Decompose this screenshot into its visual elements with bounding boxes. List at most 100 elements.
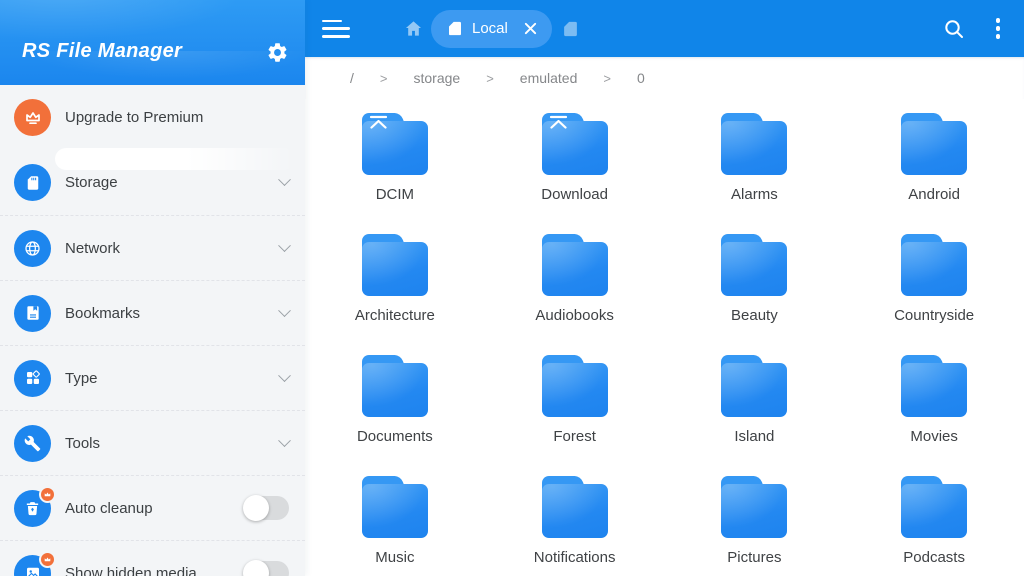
more-vert-icon[interactable] xyxy=(990,14,1007,43)
folder-icon xyxy=(542,234,608,296)
folder-icon xyxy=(721,476,787,538)
folder-icon xyxy=(901,476,967,538)
show-hidden-media-toggle[interactable] xyxy=(244,561,289,576)
hidden-media-icon xyxy=(14,555,51,576)
chevron-down-icon xyxy=(278,239,291,252)
home-icon[interactable] xyxy=(404,19,423,38)
folder-icon xyxy=(362,234,428,296)
folder-icon xyxy=(721,113,787,175)
folder-item-audiobooks[interactable]: Audiobooks xyxy=(485,234,665,355)
gear-icon[interactable] xyxy=(266,41,289,64)
search-icon[interactable] xyxy=(942,17,966,41)
folder-icon xyxy=(901,355,967,417)
tab-label: Local xyxy=(472,20,508,37)
premium-crown-badge xyxy=(39,551,56,568)
sidebar-item-label: Storage xyxy=(65,174,118,191)
folder-item-pictures[interactable]: Pictures xyxy=(665,476,845,576)
category-icon xyxy=(14,360,51,397)
folder-icon xyxy=(901,234,967,296)
drawer-header: RS File Manager xyxy=(0,0,305,85)
folder-name: Audiobooks xyxy=(535,307,613,324)
navigation-drawer: RS File Manager Upgrade to Premium Stora… xyxy=(0,0,305,576)
breadcrumb-separator: > xyxy=(486,71,494,86)
breadcrumb-emulated[interactable]: emulated xyxy=(520,70,578,86)
breadcrumb-separator: > xyxy=(380,71,388,86)
folder-item-island[interactable]: Island xyxy=(665,355,845,476)
folder-item-dcim[interactable]: DCIM xyxy=(305,113,485,234)
sidebar-item-label: Type xyxy=(65,370,98,387)
sidebar-item-storage[interactable]: Storage xyxy=(0,150,305,215)
folder-item-android[interactable]: Android xyxy=(844,113,1024,234)
chevron-down-icon xyxy=(278,434,291,447)
folder-item-architecture[interactable]: Architecture xyxy=(305,234,485,355)
chevron-down-icon xyxy=(278,369,291,382)
breadcrumb-0[interactable]: 0 xyxy=(637,70,645,86)
sidebar-item-label: Network xyxy=(65,240,120,257)
close-icon[interactable] xyxy=(523,21,538,36)
folder-icon xyxy=(362,355,428,417)
folder-icon xyxy=(901,113,967,175)
rs-file-manager-app: Local / > storage > emulated > 0 xyxy=(0,0,1024,576)
folder-item-podcasts[interactable]: Podcasts xyxy=(844,476,1024,576)
folder-item-music[interactable]: Music xyxy=(305,476,485,576)
folder-name: Notifications xyxy=(534,549,616,566)
folder-name: Island xyxy=(734,428,774,445)
sidebar-item-upgrade-premium[interactable]: Upgrade to Premium xyxy=(0,85,305,150)
folder-icon xyxy=(362,476,428,538)
sidebar-item-label: Show hidden media xyxy=(65,565,197,576)
folder-icon xyxy=(721,234,787,296)
wrench-icon xyxy=(14,425,51,462)
chevron-down-icon xyxy=(278,304,291,317)
folder-name: Movies xyxy=(910,428,958,445)
folder-item-notifications[interactable]: Notifications xyxy=(485,476,665,576)
folder-name: Architecture xyxy=(355,307,435,324)
upload-arrow-icon xyxy=(547,114,570,131)
sidebar-item-type[interactable]: Type xyxy=(0,345,305,410)
folder-grid: DCIM Download Alarms Android Architectur… xyxy=(305,99,1024,576)
folder-name: Pictures xyxy=(727,549,781,566)
folder-item-forest[interactable]: Forest xyxy=(485,355,665,476)
folder-item-alarms[interactable]: Alarms xyxy=(665,113,845,234)
folder-item-beauty[interactable]: Beauty xyxy=(665,234,845,355)
sidebar-item-label: Auto cleanup xyxy=(65,500,153,517)
folder-icon xyxy=(542,355,608,417)
folder-name: Forest xyxy=(553,428,596,445)
sidebar-item-network[interactable]: Network xyxy=(0,215,305,280)
sidebar-item-show-hidden-media[interactable]: Show hidden media xyxy=(0,540,305,576)
sd-card-icon xyxy=(14,164,51,201)
crown-icon xyxy=(14,99,51,136)
breadcrumb-separator: > xyxy=(603,71,611,86)
folder-icon xyxy=(362,113,428,175)
folder-item-countryside[interactable]: Countryside xyxy=(844,234,1024,355)
folder-item-movies[interactable]: Movies xyxy=(844,355,1024,476)
sidebar-item-label: Upgrade to Premium xyxy=(65,109,203,126)
chevron-down-icon xyxy=(278,173,291,186)
upload-arrow-icon xyxy=(367,114,390,131)
folder-name: DCIM xyxy=(376,186,414,203)
cleanup-trash-icon xyxy=(14,490,51,527)
folder-item-documents[interactable]: Documents xyxy=(305,355,485,476)
tab-local[interactable]: Local xyxy=(431,10,552,48)
folder-name: Music xyxy=(375,549,414,566)
folder-name: Documents xyxy=(357,428,433,445)
folder-name: Podcasts xyxy=(903,549,965,566)
sidebar-item-label: Tools xyxy=(65,435,100,452)
breadcrumb: / > storage > emulated > 0 xyxy=(305,57,1024,99)
breadcrumb-storage[interactable]: storage xyxy=(413,70,460,86)
folder-name: Download xyxy=(541,186,608,203)
app-title: RS File Manager xyxy=(22,40,182,63)
folder-icon xyxy=(542,113,608,175)
breadcrumb-root[interactable]: / xyxy=(350,70,354,86)
premium-crown-badge xyxy=(39,486,56,503)
sidebar-item-tools[interactable]: Tools xyxy=(0,410,305,475)
folder-icon xyxy=(542,476,608,538)
sidebar-item-auto-cleanup[interactable]: Auto cleanup xyxy=(0,475,305,540)
bookmark-icon xyxy=(14,295,51,332)
new-tab-file-icon[interactable] xyxy=(562,20,579,38)
folder-name: Alarms xyxy=(731,186,778,203)
hamburger-menu-icon[interactable] xyxy=(322,18,352,40)
sidebar-item-bookmarks[interactable]: Bookmarks xyxy=(0,280,305,345)
folder-item-download[interactable]: Download xyxy=(485,113,665,234)
folder-name: Beauty xyxy=(731,307,778,324)
auto-cleanup-toggle[interactable] xyxy=(244,496,289,520)
